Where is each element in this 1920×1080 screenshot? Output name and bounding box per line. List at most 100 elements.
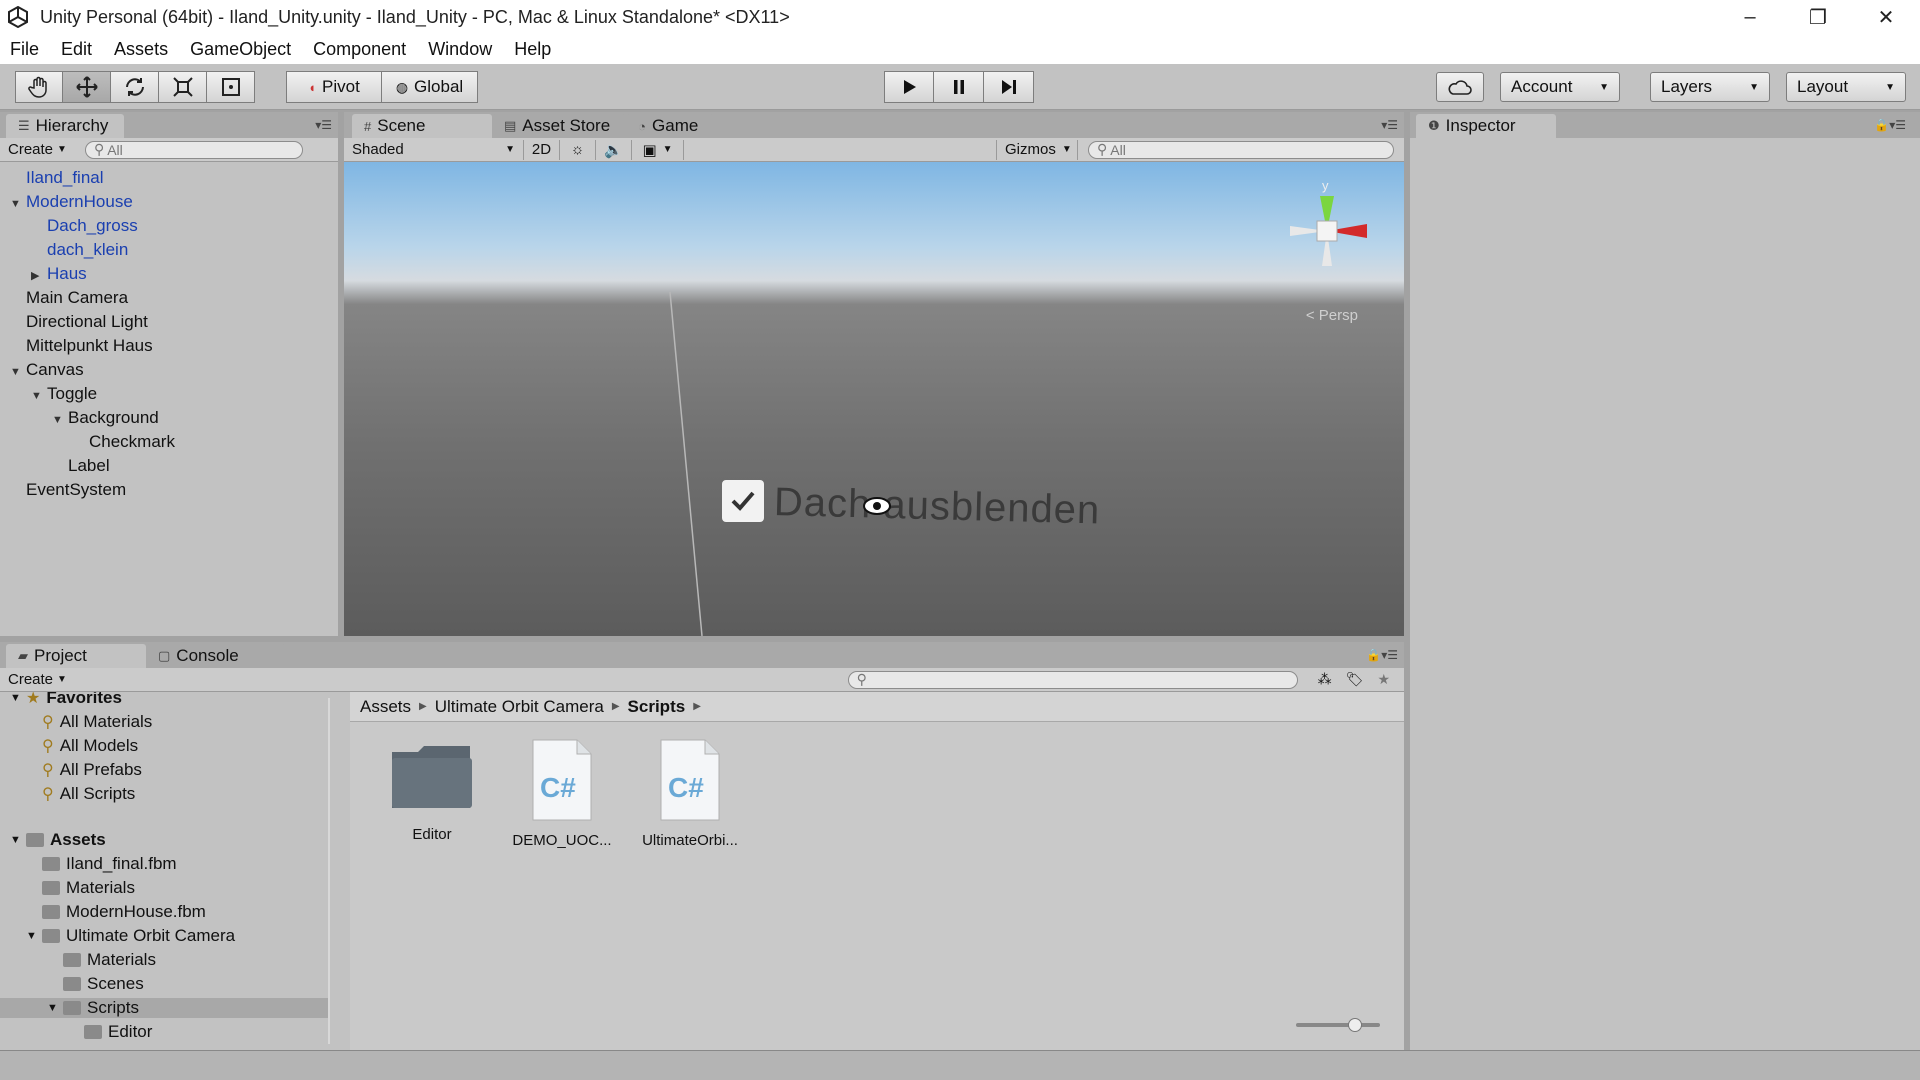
tab-console[interactable]: ▢ Console	[146, 644, 286, 668]
asset-folder-item[interactable]: ModernHouse.fbm	[26, 902, 206, 922]
move-tool-button[interactable]	[63, 71, 111, 103]
hierarchy-item[interactable]: ▶ Haus	[31, 264, 87, 284]
expand-arrow-icon[interactable]: ▶	[31, 269, 47, 282]
lock-icon[interactable]: 🔒▾☰	[1874, 118, 1906, 132]
rect-tool-button[interactable]	[207, 71, 255, 103]
hierarchy-item[interactable]: Label	[52, 456, 110, 476]
hierarchy-item[interactable]: Checkmark	[73, 432, 175, 452]
star-icon[interactable]: ★	[1377, 671, 1390, 688]
favorite-item[interactable]: ⚲ All Models	[42, 736, 138, 756]
hierarchy-search-input[interactable]: ⚲ All	[84, 140, 303, 159]
tab-asset-store[interactable]: ▤ Asset Store	[492, 114, 627, 138]
expand-arrow-icon[interactable]: ▼	[10, 198, 26, 210]
asset-folder-item[interactable]: Materials	[26, 878, 135, 898]
asset-editor-folder[interactable]: Editor	[372, 738, 492, 843]
hierarchy-item[interactable]: ▼ Canvas	[10, 360, 84, 380]
menu-component[interactable]: Component	[313, 39, 406, 60]
scale-tool-button[interactable]	[159, 71, 207, 103]
breadcrumb-ultimate-orbit-camera[interactable]: Ultimate Orbit Camera	[435, 697, 604, 717]
menu-assets[interactable]: Assets	[114, 39, 168, 60]
panel-menu-icon[interactable]: ▾☰	[315, 118, 332, 132]
hierarchy-create-dropdown[interactable]: Create ▼	[0, 140, 75, 160]
tab-project[interactable]: ▰ Project	[6, 644, 146, 668]
label-tag-icon[interactable]: 🏷	[1346, 671, 1364, 688]
tab-game[interactable]: ◔ Game	[626, 114, 715, 138]
menu-help[interactable]: Help	[514, 39, 551, 60]
favorite-item-label: All Materials	[59, 712, 153, 731]
cloud-button[interactable]	[1436, 72, 1484, 102]
pause-button[interactable]	[934, 71, 984, 103]
hierarchy-item[interactable]: Iland_final	[10, 168, 104, 188]
filter-type-icon[interactable]: ⁂	[1318, 671, 1332, 688]
search-icon: ⚲	[1097, 141, 1108, 157]
tab-hierarchy[interactable]: ☰ Hierarchy	[6, 114, 125, 138]
lock-icon[interactable]: 🔒▾☰	[1366, 648, 1398, 662]
asset-folder-item[interactable]: Iland_final.fbm	[26, 854, 177, 874]
hierarchy-item[interactable]: ▼ ModernHouse	[10, 192, 133, 212]
asset-demo-uoc-script[interactable]: C# DEMO_UOC...	[502, 738, 622, 849]
favorite-item[interactable]: ⚲ All Prefabs	[42, 760, 142, 780]
menu-file[interactable]: File	[10, 39, 39, 60]
scene-viewport[interactable]: Dach ausblenden y < Persp	[344, 162, 1404, 636]
step-button[interactable]	[984, 71, 1034, 103]
menu-edit[interactable]: Edit	[61, 39, 92, 60]
menu-gameobject[interactable]: GameObject	[190, 39, 291, 60]
play-button[interactable]	[884, 71, 934, 103]
hierarchy-item[interactable]: Main Camera	[10, 288, 128, 308]
hierarchy-item[interactable]: dach_klein	[31, 240, 128, 260]
tab-project-label: Project	[34, 646, 87, 665]
favorite-item[interactable]: ⚲ All Scripts	[42, 784, 135, 804]
asset-ultimate-orbit-script[interactable]: C# UltimateOrbi...	[630, 738, 750, 849]
tab-inspector[interactable]: ❶ Inspector	[1416, 114, 1556, 138]
close-button[interactable]: ✕	[1852, 0, 1920, 34]
panel-menu-icon[interactable]: ▾☰	[1381, 118, 1398, 132]
lighting-toggle-button[interactable]: ☼	[560, 139, 596, 160]
effects-dropdown[interactable]: ▣ ▼	[632, 139, 684, 160]
toggle-checkbox[interactable]	[722, 480, 764, 522]
asset-folder-item[interactable]: Scenes	[47, 974, 144, 994]
icon-size-slider[interactable]	[1296, 1018, 1380, 1032]
minimize-button[interactable]: –	[1716, 0, 1784, 34]
account-dropdown[interactable]: Account ▼	[1500, 72, 1620, 102]
expand-arrow-icon[interactable]: ▼	[10, 366, 26, 378]
gizmos-dropdown[interactable]: Gizmos ▼	[996, 139, 1078, 160]
2d-toggle-button[interactable]: 2D	[524, 139, 560, 160]
menu-window[interactable]: Window	[428, 39, 492, 60]
scene-search-input[interactable]: ⚲ All	[1088, 140, 1394, 159]
asset-folder-item[interactable]: Editor	[68, 1022, 152, 1042]
project-create-dropdown[interactable]: Create ▼	[0, 670, 75, 690]
favorite-item[interactable]: ⚲ All Materials	[42, 712, 152, 732]
favorites-header[interactable]: ▼ ★ Favorites	[10, 692, 122, 708]
expand-arrow-icon[interactable]: ▼	[52, 414, 68, 426]
hand-tool-button[interactable]	[15, 71, 63, 103]
maximize-button[interactable]: ❐	[1784, 0, 1852, 34]
assets-header[interactable]: ▼ Assets	[10, 830, 106, 850]
breadcrumb-scripts[interactable]: Scripts	[628, 697, 686, 717]
hierarchy-item[interactable]: ▼ Toggle	[31, 384, 97, 404]
layout-dropdown[interactable]: Layout ▼	[1786, 72, 1906, 102]
hierarchy-item[interactable]: EventSystem	[10, 480, 126, 500]
expand-arrow-icon[interactable]: ▼	[31, 390, 47, 402]
asset-folder-item[interactable]: ▼ Ultimate Orbit Camera	[26, 926, 235, 946]
slider-thumb[interactable]	[1348, 1018, 1362, 1032]
asset-folder-item[interactable]: Materials	[47, 950, 156, 970]
scrollbar[interactable]	[328, 698, 330, 1044]
layers-dropdown[interactable]: Layers ▼	[1650, 72, 1770, 102]
rotate-tool-button[interactable]	[111, 71, 159, 103]
tab-scene[interactable]: # Scene	[352, 114, 492, 138]
hierarchy-item[interactable]: Mittelpunkt Haus	[10, 336, 153, 356]
asset-folder-item[interactable]: ▼ Scripts	[0, 998, 328, 1018]
shading-mode-dropdown[interactable]: Shaded ▼	[344, 139, 524, 160]
hierarchy-item[interactable]: ▼ Background	[52, 408, 159, 428]
pivot-button[interactable]: ◖ Pivot	[286, 71, 382, 103]
breadcrumb-assets[interactable]: Assets	[360, 697, 411, 717]
hierarchy-item[interactable]: Dach_gross	[31, 216, 138, 236]
project-search-input[interactable]: ⚲	[847, 670, 1298, 689]
projection-label[interactable]: < Persp	[1306, 307, 1358, 324]
expand-arrow-icon[interactable]: ▼	[47, 1002, 63, 1014]
global-button[interactable]: ◍ Global	[382, 71, 478, 103]
hierarchy-item[interactable]: Directional Light	[10, 312, 148, 332]
scene-gizmo[interactable]: y	[1272, 176, 1382, 286]
audio-toggle-button[interactable]: 🔈	[596, 139, 632, 160]
expand-arrow-icon[interactable]: ▼	[26, 930, 42, 942]
